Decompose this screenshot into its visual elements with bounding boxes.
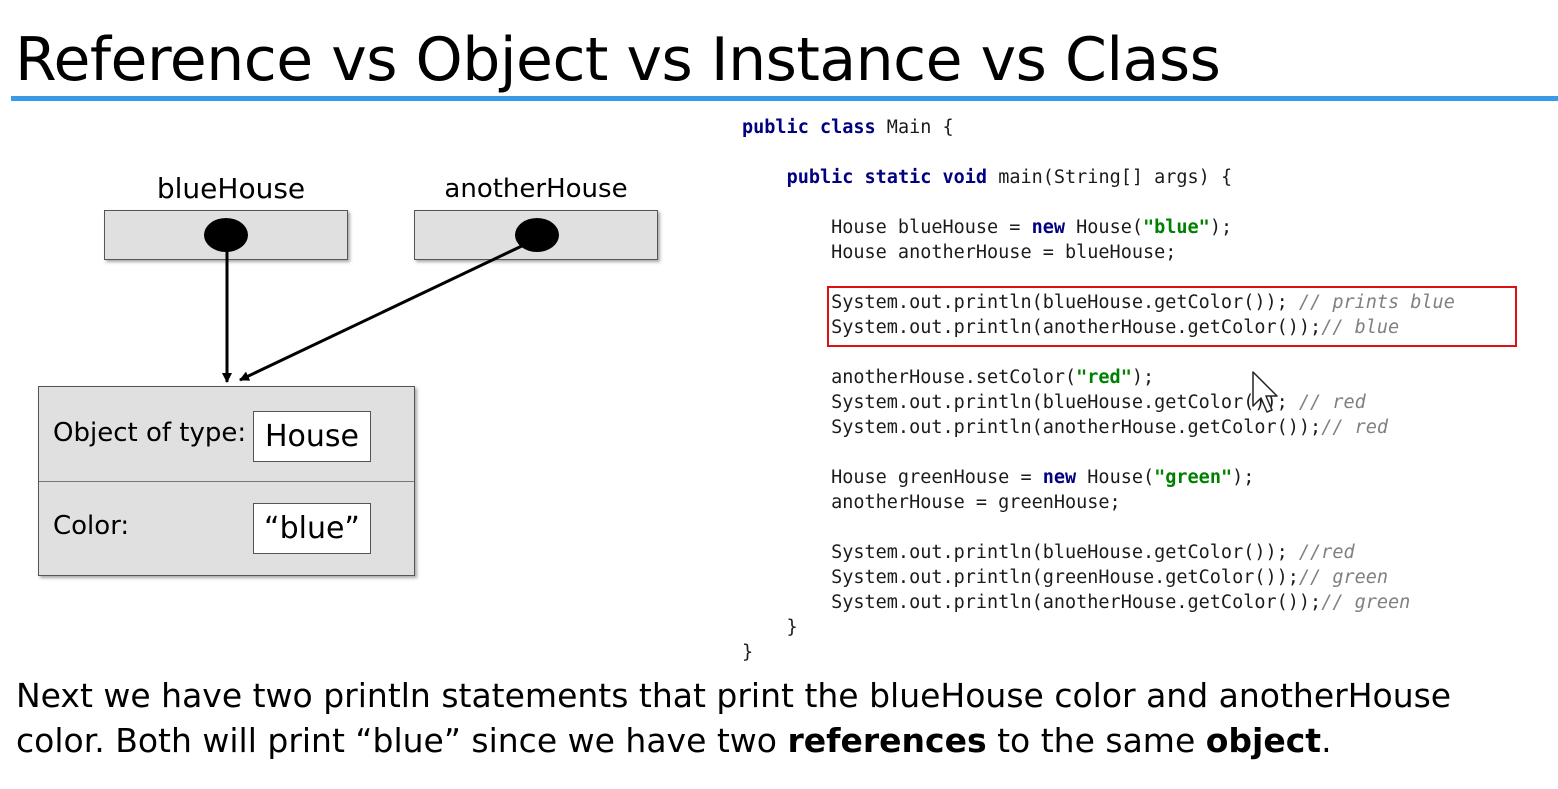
code-listing: public class Main { public static void m… (742, 115, 1455, 665)
slide-title: Reference vs Object vs Instance vs Class (15, 25, 1221, 95)
code-text: anotherHouse = greenHouse; (742, 492, 1121, 513)
code-text: System.out.println(greenHouse.getColor()… (742, 567, 1299, 588)
title-underline (11, 96, 1558, 101)
object-color-label: Color: (53, 511, 130, 541)
code-comment: //red (1298, 542, 1355, 563)
code-text: House anotherHouse = blueHouse; (742, 242, 1177, 263)
code-text: anotherHouse.setColor( (742, 367, 1077, 388)
slide-caption: Next we have two println statements that… (16, 673, 1536, 763)
code-line: House greenHouse = new House("green"); (742, 465, 1455, 490)
code-line: public static void main(String[] args) { (742, 165, 1455, 190)
code-text: System.out.println(anotherHouse.getColor… (742, 592, 1322, 613)
code-text: ); (1209, 217, 1233, 238)
code-comment: // green (1298, 567, 1389, 588)
code-text: } (742, 642, 754, 663)
code-line: System.out.println(anotherHouse.getColor… (742, 590, 1455, 615)
object-divider (39, 481, 414, 482)
code-line: House anotherHouse = blueHouse; (742, 240, 1455, 265)
code-keyword: public (742, 117, 809, 138)
code-comment: // green (1321, 592, 1411, 613)
pointer-dot-bluehouse (204, 218, 248, 252)
code-text: House blueHouse = (742, 217, 1032, 238)
code-text: main(String[] args) { (987, 167, 1233, 188)
object-color-value: “blue” (253, 503, 371, 554)
code-string: "blue" (1142, 217, 1210, 238)
caption-text: . (1321, 721, 1332, 760)
code-line: System.out.println(greenHouse.getColor()… (742, 565, 1455, 590)
code-line: anotherHouse = greenHouse; (742, 490, 1455, 515)
code-line: System.out.println(blueHouse.getColor())… (742, 540, 1455, 565)
highlight-box (827, 286, 1517, 347)
house-object-box: Object of type: House Color: “blue” (38, 386, 415, 576)
code-line: anotherHouse.setColor("red"); (742, 365, 1455, 390)
code-text: ); (1131, 367, 1155, 388)
code-line: House blueHouse = new House("blue"); (742, 215, 1455, 240)
code-line: } (742, 615, 1455, 640)
code-text: ); (1232, 467, 1255, 488)
code-comment: // red (1298, 392, 1366, 413)
code-line: System.out.println(blueHouse.getColor())… (742, 390, 1455, 415)
code-keyword: public (786, 167, 854, 188)
code-text: } (742, 617, 798, 638)
pointer-dot-anotherhouse (515, 218, 559, 252)
code-line: } (742, 640, 1455, 665)
code-text: House greenHouse = (742, 467, 1043, 488)
code-line: System.out.println(anotherHouse.getColor… (742, 415, 1455, 440)
code-keyword: void (942, 167, 988, 188)
code-string: "green" (1154, 467, 1233, 488)
code-text: House( (1065, 217, 1143, 238)
caption-text: to the same (986, 721, 1206, 760)
code-string: "red" (1076, 367, 1132, 388)
code-keyword: new (1042, 467, 1077, 488)
caption-emphasis-references: references (787, 721, 987, 760)
caption-emphasis-object: object (1205, 721, 1322, 760)
reference-label-anotherhouse: anotherHouse (444, 174, 628, 204)
code-line: public class Main { (742, 115, 1455, 140)
code-keyword: new (1031, 217, 1066, 238)
code-text: System.out.println(blueHouse.getColor())… (742, 542, 1299, 563)
mouse-cursor-icon (1252, 371, 1278, 413)
code-keyword: static (864, 167, 932, 188)
code-text: House( (1076, 467, 1155, 488)
arrow-anotherhouse-to-object (239, 242, 527, 382)
code-comment: // red (1321, 417, 1389, 438)
code-text: Main { (875, 117, 954, 138)
code-text: System.out.println(blueHouse.getColor())… (742, 392, 1299, 413)
object-type-value: House (253, 411, 371, 462)
object-type-label: Object of type: (53, 418, 247, 448)
code-text: System.out.println(anotherHouse.getColor… (742, 417, 1322, 438)
reference-label-bluehouse: blueHouse (156, 172, 306, 205)
code-keyword: class (819, 117, 876, 138)
